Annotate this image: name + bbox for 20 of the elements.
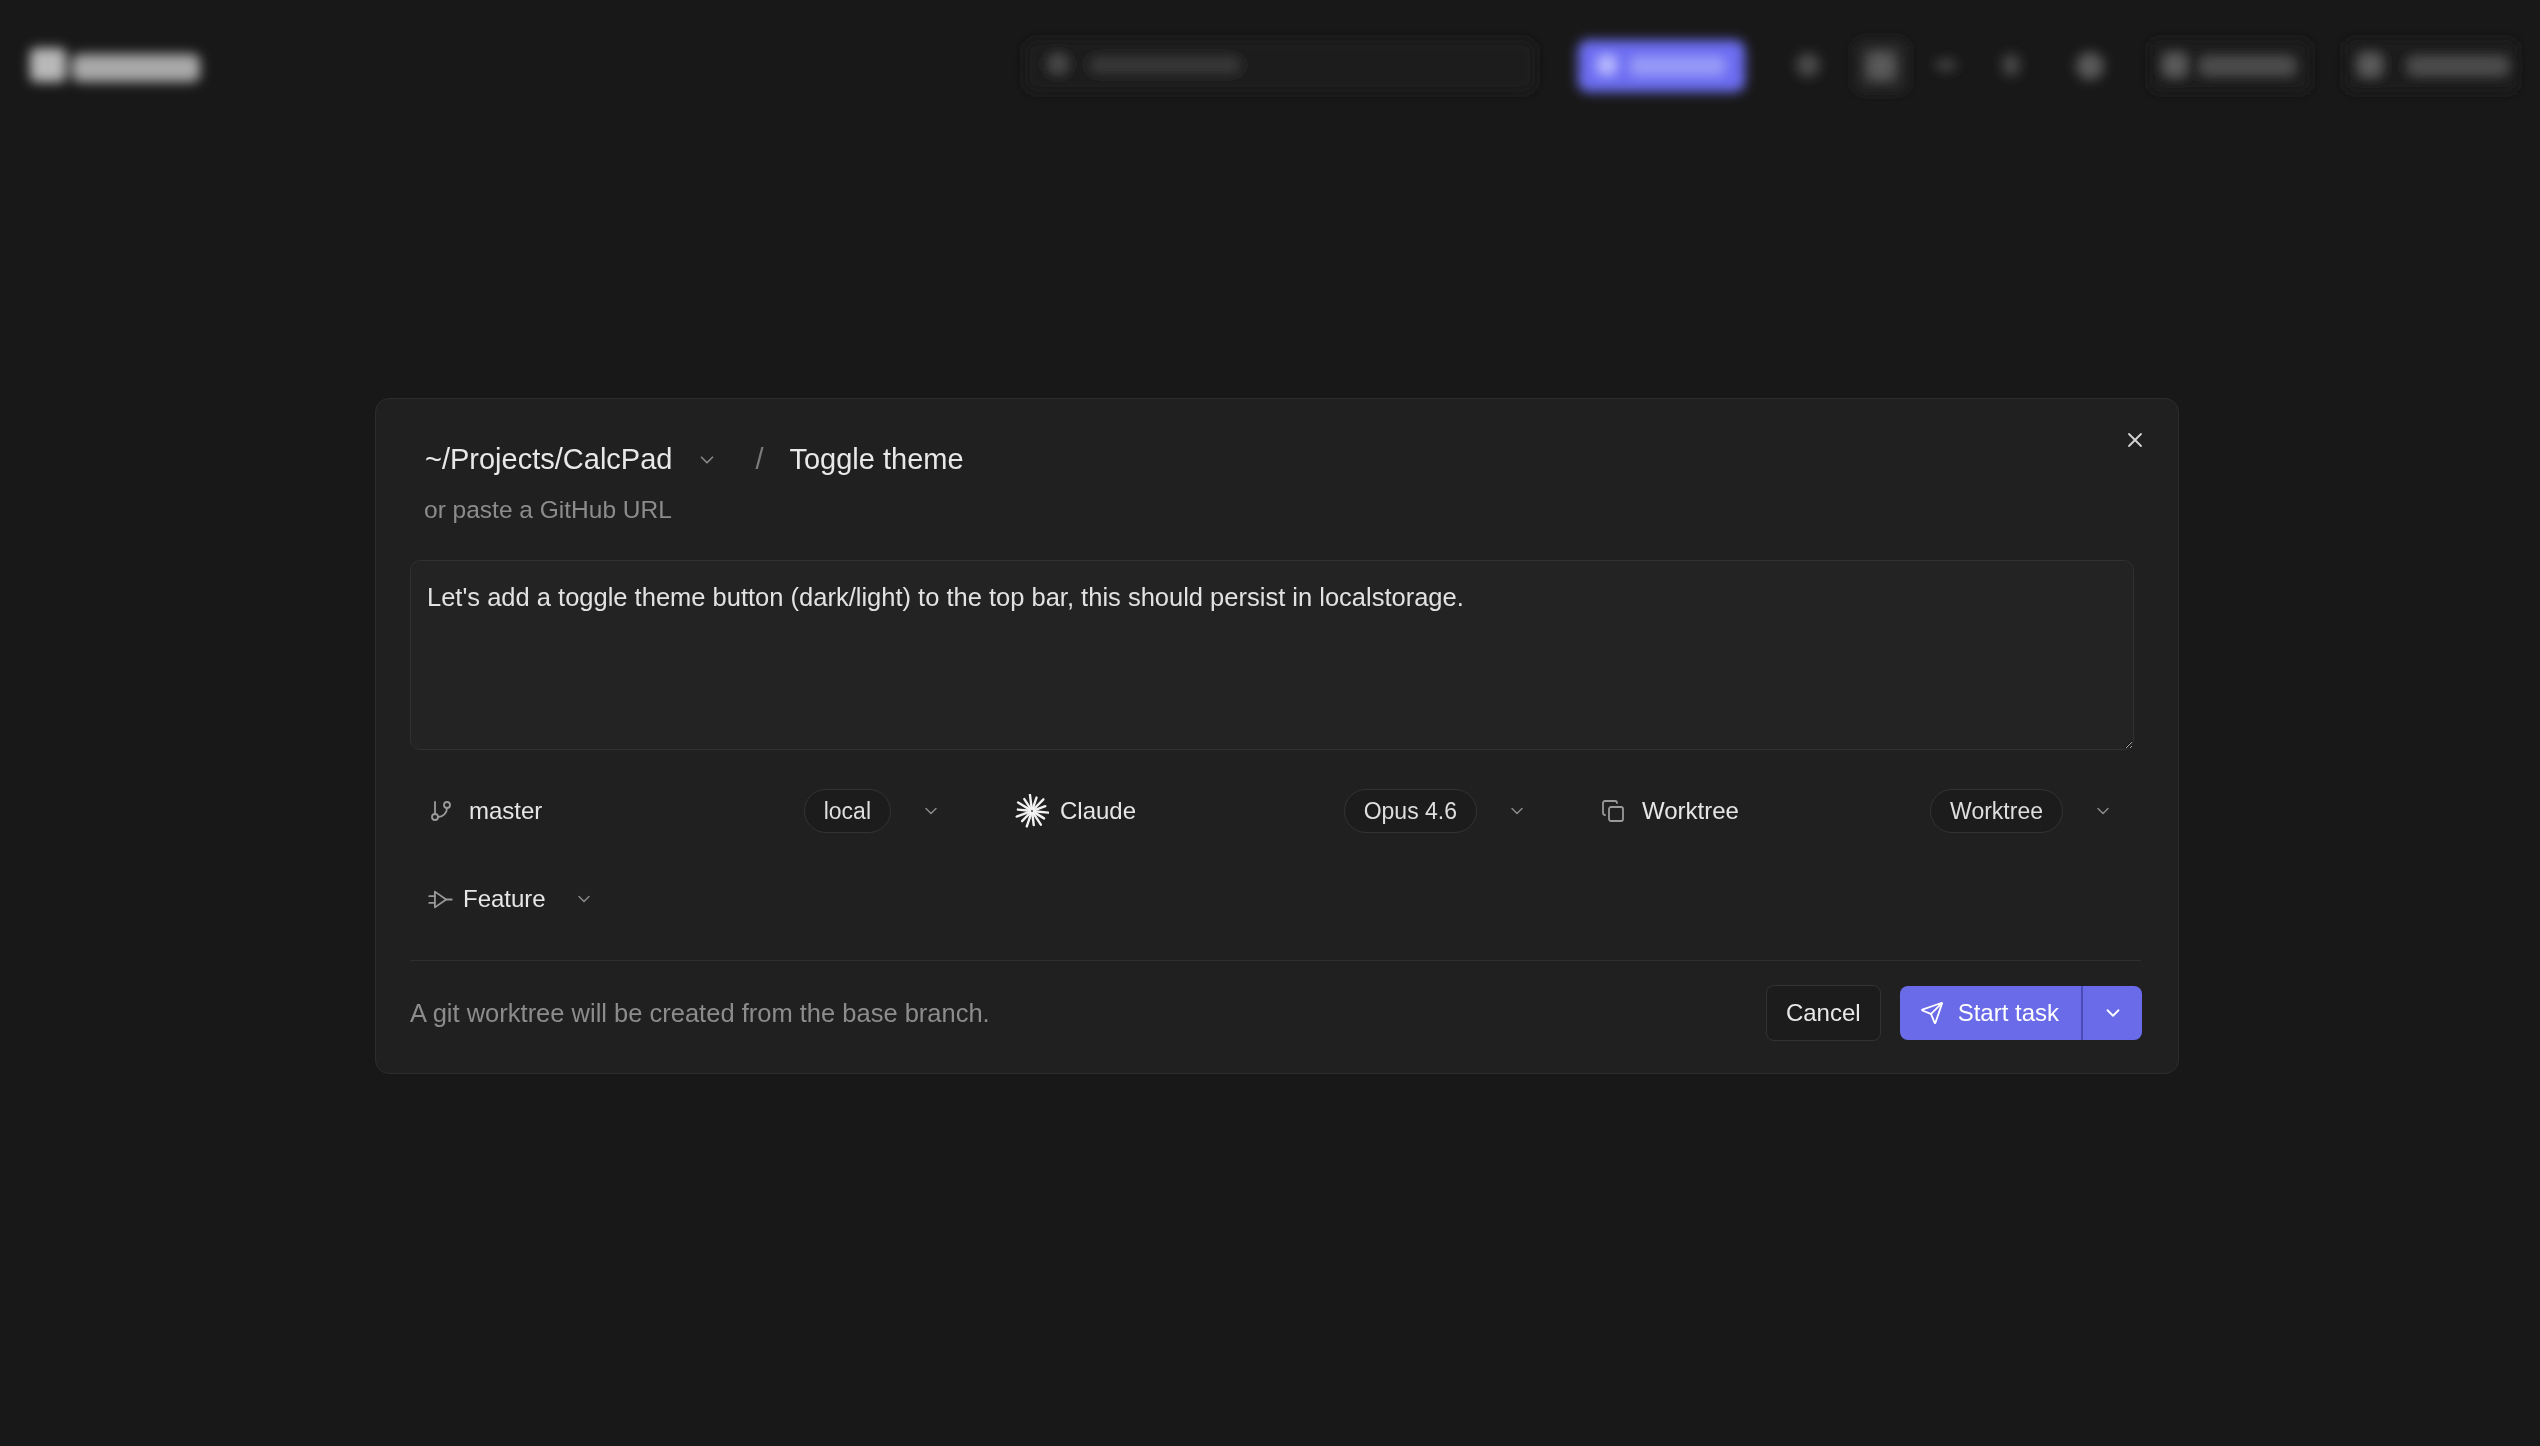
agent-name: Claude — [1060, 796, 1137, 826]
copy-icon — [1601, 799, 1625, 823]
branch-source-tag[interactable]: local — [803, 789, 891, 833]
task-type-selector[interactable]: Feature — [427, 881, 594, 917]
cancel-button[interactable]: Cancel — [1765, 985, 1881, 1041]
breadcrumb-separator: / — [755, 442, 764, 478]
send-icon — [1919, 1001, 1944, 1025]
start-options-button[interactable] — [2083, 986, 2142, 1040]
starburst-icon — [1015, 794, 1049, 828]
footer-note: A git worktree will be created from the base branch. — [410, 997, 990, 1029]
branch-name: master — [469, 796, 543, 826]
start-task-button[interactable]: Start task — [1899, 986, 2081, 1040]
workspace-mode: Worktree — [1642, 796, 1739, 826]
workspace-tag[interactable]: Worktree — [1930, 789, 2063, 833]
repository-hint: or paste a GitHub URL — [423, 495, 672, 525]
git-branch-icon — [429, 799, 453, 823]
repository-selector[interactable]: ~/Projects/CalcPad — [425, 438, 719, 482]
model-tag[interactable]: Opus 4.6 — [1343, 789, 1477, 833]
prompt-field[interactable]: Let's add a toggle theme button (dark/light) to the top bar, this should persist in localstorage. — [410, 560, 2134, 750]
task-title: Toggle theme — [789, 442, 964, 478]
